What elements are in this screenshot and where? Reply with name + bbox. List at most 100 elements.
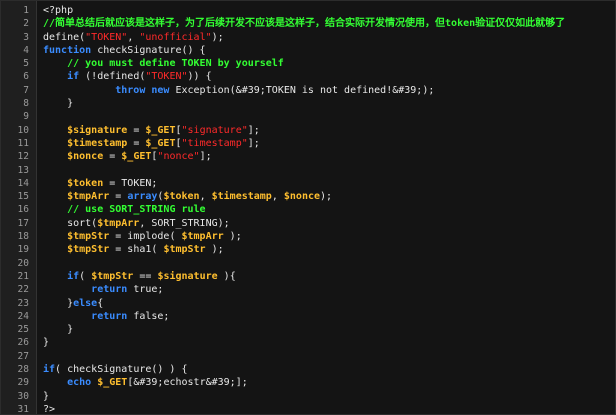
line-number: 1 [23, 5, 29, 16]
code-line: 24 return false; [1, 310, 615, 323]
token-plain: )) { [187, 71, 212, 83]
token-plain: ( checkSignature() ) { [55, 364, 188, 376]
code-line: 12 $nonce = $_GET["nonce"]; [1, 150, 615, 163]
line-number: 21 [17, 270, 29, 282]
code-line: 6 if (!defined("TOKEN")) { [1, 70, 615, 83]
line-number: 14 [17, 177, 29, 189]
code-line: 8 } [1, 97, 615, 110]
line-code: // you must define TOKEN by yourself [43, 57, 284, 70]
code-line: 9 [1, 110, 615, 123]
code-line: 31 ?> [1, 403, 615, 415]
token-plain: } [43, 337, 50, 349]
token-plain: , [199, 191, 212, 203]
token-plain: ); [211, 31, 224, 43]
code-line: 17 sort($tmpArr, SORT_STRING); [1, 217, 615, 230]
token-plain: sort( [43, 217, 98, 229]
token-plain: ); [205, 244, 224, 256]
token-plain: = implode( [109, 231, 182, 243]
code-line: 7 throw new Exception(&#39;TOKEN is not … [1, 84, 615, 97]
token-plain: = [127, 137, 146, 149]
token-variable: $tmpArr [181, 231, 224, 243]
line-code: } [43, 336, 49, 349]
token-plain: , SORT_STRING); [139, 217, 230, 229]
line-number: 3 [23, 31, 29, 43]
token-keyword: return [91, 310, 128, 322]
line-code: throw new Exception(&#39;TOKEN is not de… [43, 84, 434, 97]
code-line: 29 echo $_GET[&#39;echostr&#39;]; [1, 376, 615, 389]
code-line: 3 define("TOKEN", "unofficial"); [1, 31, 615, 44]
token-plain: false; [127, 310, 170, 322]
line-number: 6 [23, 71, 29, 83]
line-code: $signature = $_GET["signature"]; [43, 124, 260, 137]
token-plain: } [43, 390, 50, 402]
token-comment: // use SORT_STRING rule [67, 204, 206, 216]
token-variable: $signature [67, 124, 128, 136]
token-plain: ]; [199, 151, 212, 163]
token-plain: } [43, 324, 74, 336]
token-keyword: throw [115, 84, 146, 96]
token-variable: $signature [157, 270, 218, 282]
code-line: 25 } [1, 323, 615, 336]
token-keyword: if [67, 71, 80, 83]
line-number: 8 [23, 98, 29, 110]
line-number: 31 [17, 403, 29, 415]
token-string: "nonce" [157, 151, 200, 163]
code-area[interactable]: 1 <?php 2 //简单总结后就应该是这样子，为了后续开发不应该是这样子，结合实际… [1, 4, 615, 415]
code-line: 28 if( checkSignature() ) { [1, 363, 615, 376]
line-number: 15 [17, 191, 29, 203]
token-string: "timestamp" [181, 137, 248, 149]
token-keyword: new [151, 84, 170, 96]
line-number: 29 [17, 377, 29, 389]
line-number: 26 [17, 337, 29, 349]
code-line: 5 // you must define TOKEN by yourself [1, 57, 615, 70]
code-line: 14 $token = TOKEN; [1, 177, 615, 190]
token-variable: $nonce [283, 191, 321, 203]
line-code: <?php [43, 4, 73, 17]
line-number: 7 [23, 84, 29, 96]
token-plain: } [43, 297, 74, 309]
token-plain: Exception(&#39;TOKEN is not defined!&#39… [169, 84, 435, 96]
line-number: 5 [23, 58, 29, 70]
line-code: function checkSignature() { [43, 44, 206, 57]
token-plain: = [127, 124, 146, 136]
token-string: "TOKEN" [85, 31, 128, 43]
line-code: $token = TOKEN; [43, 177, 157, 190]
token-variable: $timestamp [67, 137, 128, 149]
line-number: 10 [17, 124, 29, 136]
line-code: if( $tmpStr == $signature ){ [43, 270, 236, 283]
line-code: ?> [43, 403, 56, 415]
line-code: define("TOKEN", "unofficial"); [43, 31, 224, 44]
line-number: 30 [17, 390, 29, 402]
token-variable: $tmpStr [67, 231, 110, 243]
token-variable: $token [67, 177, 104, 189]
code-line: 18 $tmpStr = implode( $tmpArr ); [1, 230, 615, 243]
token-keyword: echo [67, 377, 92, 389]
token-plain: ?> [43, 403, 56, 415]
token-comment: // you must define TOKEN by yourself [67, 58, 284, 70]
token-plain: { [97, 297, 104, 309]
line-number: 27 [17, 350, 29, 362]
line-code: $nonce = $_GET["nonce"]; [43, 150, 212, 163]
token-plain: == [133, 270, 158, 282]
line-code: return false; [43, 310, 169, 323]
line-code: $tmpStr = sha1( $tmpStr ); [43, 243, 224, 256]
code-line: 23 }else{ [1, 297, 615, 310]
token-plain: ]; [247, 124, 260, 136]
code-line: 15 $tmpArr = array($token, $timestamp, $… [1, 190, 615, 203]
line-code: } [43, 390, 49, 403]
token-variable: $_GET [97, 377, 128, 389]
code-editor[interactable]: 1 <?php 2 //简单总结后就应该是这样子，为了后续开发不应该是这样子，结合实际… [0, 0, 616, 415]
code-line: 27 [1, 350, 615, 363]
token-plain: , [271, 191, 284, 203]
code-line: 30} [1, 390, 615, 403]
line-code: $tmpArr = array($token, $timestamp, $non… [43, 190, 332, 203]
line-number: 24 [17, 310, 29, 322]
token-string: "unofficial" [139, 31, 212, 43]
